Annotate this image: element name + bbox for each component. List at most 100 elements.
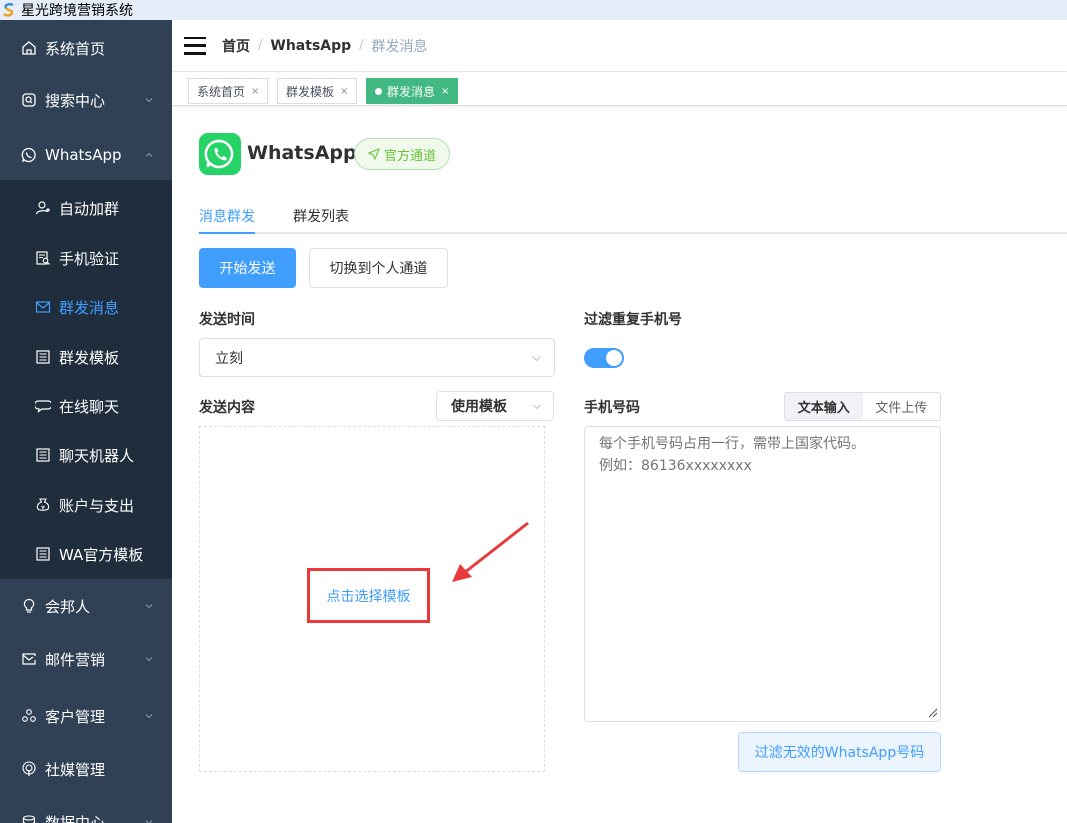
- breadcrumb: 首页 / WhatsApp / 群发消息: [222, 36, 428, 56]
- sidebar-item-label: 邮件营销: [45, 650, 106, 669]
- breadcrumb-separator: /: [258, 38, 263, 53]
- sidebar-item-huibangren[interactable]: 会邦人: [0, 581, 172, 631]
- template-icon: [34, 545, 52, 563]
- app-logo-icon: [2, 3, 16, 17]
- sidebar-subitem-wa-official-template[interactable]: WA官方模板: [0, 529, 172, 579]
- use-template-select[interactable]: 使用模板: [436, 391, 554, 421]
- input-mode-switch: 文本输入 文件上传: [784, 392, 941, 421]
- sidebar-item-label: 会邦人: [45, 597, 91, 616]
- send-time-label: 发送时间: [199, 312, 255, 328]
- sidebar-item-label: 聊天机器人: [59, 446, 135, 465]
- breadcrumb-home[interactable]: 首页: [222, 36, 250, 56]
- chevron-down-icon: [533, 404, 541, 410]
- wallet-icon: [34, 496, 52, 514]
- sidebar-item-label: 手机验证: [59, 249, 120, 268]
- sidebar: 系统首页 搜索中心 WhatsApp 自动加群 手机验证 群发消息 群发模板 在…: [0, 20, 172, 823]
- users-icon: [20, 707, 38, 725]
- whatsapp-icon: [20, 146, 38, 164]
- mail-icon: [20, 650, 38, 668]
- tag-system-home[interactable]: 系统首页 ×: [188, 78, 269, 104]
- phone-numbers-textarea[interactable]: [584, 426, 941, 722]
- sidebar-item-whatsapp[interactable]: WhatsApp: [0, 130, 172, 180]
- close-icon[interactable]: ×: [340, 86, 348, 97]
- toggle-knob: [606, 350, 622, 366]
- tag-mass-message[interactable]: 群发消息 ×: [366, 78, 459, 104]
- start-send-button[interactable]: 开始发送: [199, 248, 296, 288]
- sidebar-item-customer-management[interactable]: 客户管理: [0, 691, 172, 741]
- sidebar-item-data-center[interactable]: 数据中心: [0, 797, 172, 823]
- chevron-down-icon: [145, 98, 153, 103]
- chevron-up-icon: [145, 152, 153, 157]
- phone-numbers-label: 手机号码: [584, 400, 640, 416]
- tab-mass-send[interactable]: 消息群发: [199, 206, 255, 226]
- user-add-icon: [34, 199, 52, 217]
- close-icon[interactable]: ×: [441, 86, 449, 97]
- filter-invalid-whatsapp-button[interactable]: 过滤无效的WhatsApp号码: [738, 732, 941, 772]
- chevron-down-icon: [145, 657, 153, 662]
- channel-name: WhatsApp: [247, 142, 357, 164]
- choose-template-text[interactable]: 点击选择模板: [327, 586, 411, 606]
- breadcrumb-current: 群发消息: [371, 38, 428, 55]
- message-icon: [34, 298, 52, 316]
- tab-active-indicator: [199, 232, 255, 234]
- sidebar-item-email-marketing[interactable]: 邮件营销: [0, 634, 172, 684]
- annotation-arrow-icon: [452, 521, 529, 582]
- sidebar-item-label: 系统首页: [45, 39, 106, 58]
- chevron-down-icon: [145, 714, 153, 719]
- sidebar-subitem-account-spend[interactable]: 账户与支出: [0, 480, 172, 530]
- switch-personal-channel-button[interactable]: 切换到个人通道: [309, 248, 448, 288]
- sidebar-item-label: 数据中心: [45, 813, 106, 823]
- sidebar-item-label: 客户管理: [45, 707, 106, 726]
- database-icon: [20, 813, 38, 823]
- window-title-bar: 星光跨境营销系统: [0, 0, 1067, 20]
- filter-duplicate-toggle[interactable]: [584, 348, 624, 368]
- send-time-value: 立刻: [215, 350, 243, 367]
- sidebar-subitem-mass-message[interactable]: 群发消息: [0, 282, 172, 332]
- active-dot-icon: [375, 87, 382, 95]
- send-time-select[interactable]: 立刻: [199, 338, 555, 377]
- sidebar-subitem-auto-join[interactable]: 自动加群: [0, 183, 172, 233]
- sidebar-subitem-phone-verify[interactable]: 手机验证: [0, 233, 172, 283]
- sidebar-item-home[interactable]: 系统首页: [0, 23, 172, 73]
- sidebar-item-search[interactable]: 搜索中心: [0, 75, 172, 125]
- chevron-down-icon: [145, 604, 153, 609]
- text-input-mode-option[interactable]: 文本输入: [785, 393, 863, 420]
- tag-label: 系统首页: [197, 84, 246, 99]
- filter-duplicate-label: 过滤重复手机号: [584, 312, 682, 328]
- sidebar-item-social-media[interactable]: 社媒管理: [0, 744, 172, 794]
- use-template-label: 使用模板: [451, 399, 507, 415]
- tags-view-bar: 系统首页 × 群发模板 × 群发消息 ×: [172, 72, 1067, 106]
- close-icon[interactable]: ×: [251, 86, 259, 97]
- sidebar-item-label: 账户与支出: [59, 496, 135, 515]
- sidebar-item-label: 自动加群: [59, 199, 120, 218]
- tag-mass-template[interactable]: 群发模板 ×: [277, 78, 358, 104]
- tag-label: 群发模板: [286, 84, 335, 99]
- badge-label: 官方通道: [383, 148, 436, 164]
- template-icon: [34, 348, 52, 366]
- breadcrumb-separator: /: [359, 38, 364, 53]
- sidebar-subitem-mass-template[interactable]: 群发模板: [0, 332, 172, 382]
- tag-label: 群发消息: [387, 84, 436, 99]
- sidebar-subitem-online-chat[interactable]: 在线聊天: [0, 381, 172, 431]
- sidebar-item-label: WhatsApp: [45, 146, 122, 164]
- bulb-icon: [20, 597, 38, 615]
- chat-icon: [34, 397, 52, 415]
- resize-handle-icon[interactable]: [926, 706, 938, 718]
- sidebar-item-label: 群发模板: [59, 348, 120, 367]
- sidebar-subitem-chatbot[interactable]: 聊天机器人: [0, 430, 172, 480]
- hamburger-menu-icon[interactable]: [184, 36, 206, 55]
- robot-icon: [34, 446, 52, 464]
- file-upload-mode-option[interactable]: 文件上传: [863, 393, 941, 420]
- sidebar-item-label: 群发消息: [59, 298, 120, 317]
- search-icon: [20, 91, 38, 109]
- tabs: 消息群发 群发列表: [199, 200, 1067, 234]
- home-icon: [20, 39, 38, 57]
- tab-send-list[interactable]: 群发列表: [293, 206, 349, 226]
- broadcast-icon: [20, 760, 38, 778]
- app-title: 星光跨境营销系统: [21, 3, 133, 19]
- whatsapp-logo-icon: [199, 133, 241, 175]
- choose-template-link[interactable]: 点击选择模板: [307, 568, 430, 623]
- breadcrumb-whatsapp[interactable]: WhatsApp: [270, 38, 351, 54]
- verify-icon: [34, 249, 52, 267]
- send-content-label: 发送内容: [199, 400, 255, 416]
